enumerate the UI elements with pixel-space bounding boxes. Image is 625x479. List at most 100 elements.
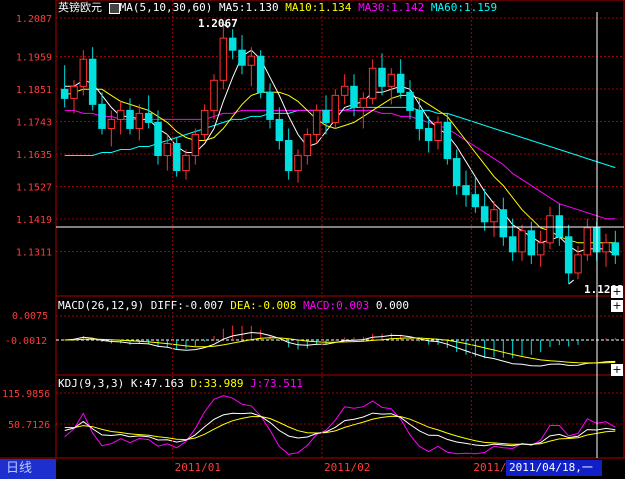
- price-tick-label: 1.1743: [16, 118, 52, 129]
- candle[interactable]: [564, 224, 573, 285]
- candle[interactable]: [396, 59, 405, 99]
- symbol-name: 英镑欧元: [58, 1, 102, 14]
- ma10-line: [64, 88, 616, 244]
- macd-dea: DEA:-0.008: [230, 299, 297, 312]
- price-tick-label: 1.1419: [16, 215, 52, 226]
- candle-body-down: [350, 85, 358, 108]
- candle-body-up: [182, 155, 190, 172]
- expand-macd-button[interactable]: +: [611, 286, 623, 298]
- candle[interactable]: [191, 128, 200, 165]
- candle-body-down: [508, 236, 517, 253]
- candle[interactable]: [611, 230, 620, 264]
- candle-body-up: [434, 121, 442, 141]
- kdj-d-line: [64, 415, 616, 445]
- candle[interactable]: [238, 35, 246, 75]
- candle-body-up: [191, 133, 200, 157]
- high-annotation: 1.2067: [198, 17, 238, 30]
- macd-axis-bottom: -0.0012: [5, 336, 48, 347]
- candle[interactable]: [219, 24, 228, 90]
- price-tick-label: 1.1311: [16, 248, 52, 259]
- date-tick-label: 2011/02: [324, 461, 370, 474]
- kdj-d: D:33.989: [190, 377, 244, 390]
- kdj-j: J:73.511: [250, 377, 304, 390]
- candle-body-down: [499, 209, 508, 238]
- candle-body-up: [200, 109, 209, 135]
- macd-diff: DIFF:-0.007: [150, 299, 224, 312]
- candle[interactable]: [387, 68, 396, 105]
- candle[interactable]: [312, 104, 321, 144]
- kdj-panel: [56, 392, 624, 455]
- candle[interactable]: [368, 59, 377, 105]
- candle[interactable]: [303, 128, 312, 165]
- add-indicator-button[interactable]: +: [611, 300, 623, 312]
- chart-canvas[interactable]: 1.2087 1.1959 1.1851 1.1743 1.1635 1.1527 1.14…: [0, 0, 625, 479]
- candle-body-down: [126, 109, 134, 129]
- candle-body-down: [144, 112, 153, 123]
- candle[interactable]: [518, 224, 526, 261]
- candle-body-down: [266, 91, 274, 120]
- candle[interactable]: [154, 110, 162, 165]
- candle-body-down: [256, 55, 265, 93]
- candle-body-up: [368, 67, 377, 99]
- candle-body-up: [574, 254, 582, 274]
- candle[interactable]: [499, 197, 508, 246]
- candle[interactable]: [284, 128, 293, 180]
- candle[interactable]: [88, 47, 97, 111]
- candle-body-down: [172, 143, 181, 172]
- candle-body-down: [462, 185, 470, 196]
- candle[interactable]: [200, 104, 209, 141]
- period-tab-daily[interactable]: 日线: [0, 459, 56, 479]
- candle[interactable]: [452, 149, 461, 195]
- candle[interactable]: [471, 176, 480, 213]
- candle[interactable]: [536, 230, 545, 267]
- candle[interactable]: [546, 206, 554, 249]
- candle[interactable]: [135, 104, 144, 141]
- candle[interactable]: [256, 50, 265, 99]
- candle-body-down: [527, 230, 536, 256]
- candle-body-up: [546, 215, 554, 244]
- candle-body-up: [518, 230, 526, 253]
- candle[interactable]: [340, 74, 349, 105]
- price-tick-label: 1.1527: [16, 183, 52, 194]
- candle-body-up: [247, 55, 256, 66]
- candle[interactable]: [228, 29, 237, 60]
- candle-body-down: [452, 158, 461, 187]
- candle[interactable]: [116, 101, 125, 135]
- candle-body-up: [490, 209, 498, 223]
- macd-legend: MACD(26,12,9) DIFF:-0.007 DEA:-0.008 MAC…: [58, 299, 409, 312]
- candle[interactable]: [415, 98, 424, 141]
- kdj-j-line: [64, 395, 616, 455]
- candle[interactable]: [107, 110, 116, 147]
- high-value: 1.2067: [198, 17, 238, 30]
- candle[interactable]: [508, 218, 517, 261]
- kdj-legend: KDJ(9,3,3) K:47.163 D:33.989 J:73.511: [58, 377, 303, 390]
- ma-params: MA(5,10,30,60): [119, 1, 213, 14]
- expand-kdj-button[interactable]: +: [611, 364, 623, 376]
- candle[interactable]: [406, 80, 414, 120]
- candle-body-up: [163, 143, 172, 157]
- candle-body-up: [602, 242, 610, 253]
- candle[interactable]: [172, 137, 181, 177]
- ma10-value: MA10:1.134: [285, 1, 352, 14]
- kdj-k: K:47.163: [130, 377, 184, 390]
- price-tick-label: 1.1851: [16, 85, 52, 96]
- candle-body-down: [322, 109, 330, 123]
- candle[interactable]: [210, 74, 218, 120]
- ma5-value: MA5:1.130: [218, 1, 279, 14]
- candle[interactable]: [462, 170, 470, 207]
- candle-body-up: [536, 242, 545, 256]
- ma-toggle-icon[interactable]: [108, 2, 120, 14]
- candle-body-up: [116, 109, 125, 120]
- candle[interactable]: [602, 233, 610, 267]
- macd-diff-line: [64, 331, 616, 367]
- candle-body-down: [228, 37, 237, 51]
- low-marker: [568, 279, 574, 285]
- candle[interactable]: [583, 218, 592, 261]
- candle-body-up: [210, 79, 218, 111]
- candle-body-down: [60, 88, 69, 99]
- kdj-axis-top: 115.9856: [2, 389, 51, 400]
- candle[interactable]: [331, 89, 340, 129]
- price-tick-label: 1.2087: [16, 14, 52, 25]
- price-grid: [56, 17, 624, 253]
- candle[interactable]: [527, 221, 536, 264]
